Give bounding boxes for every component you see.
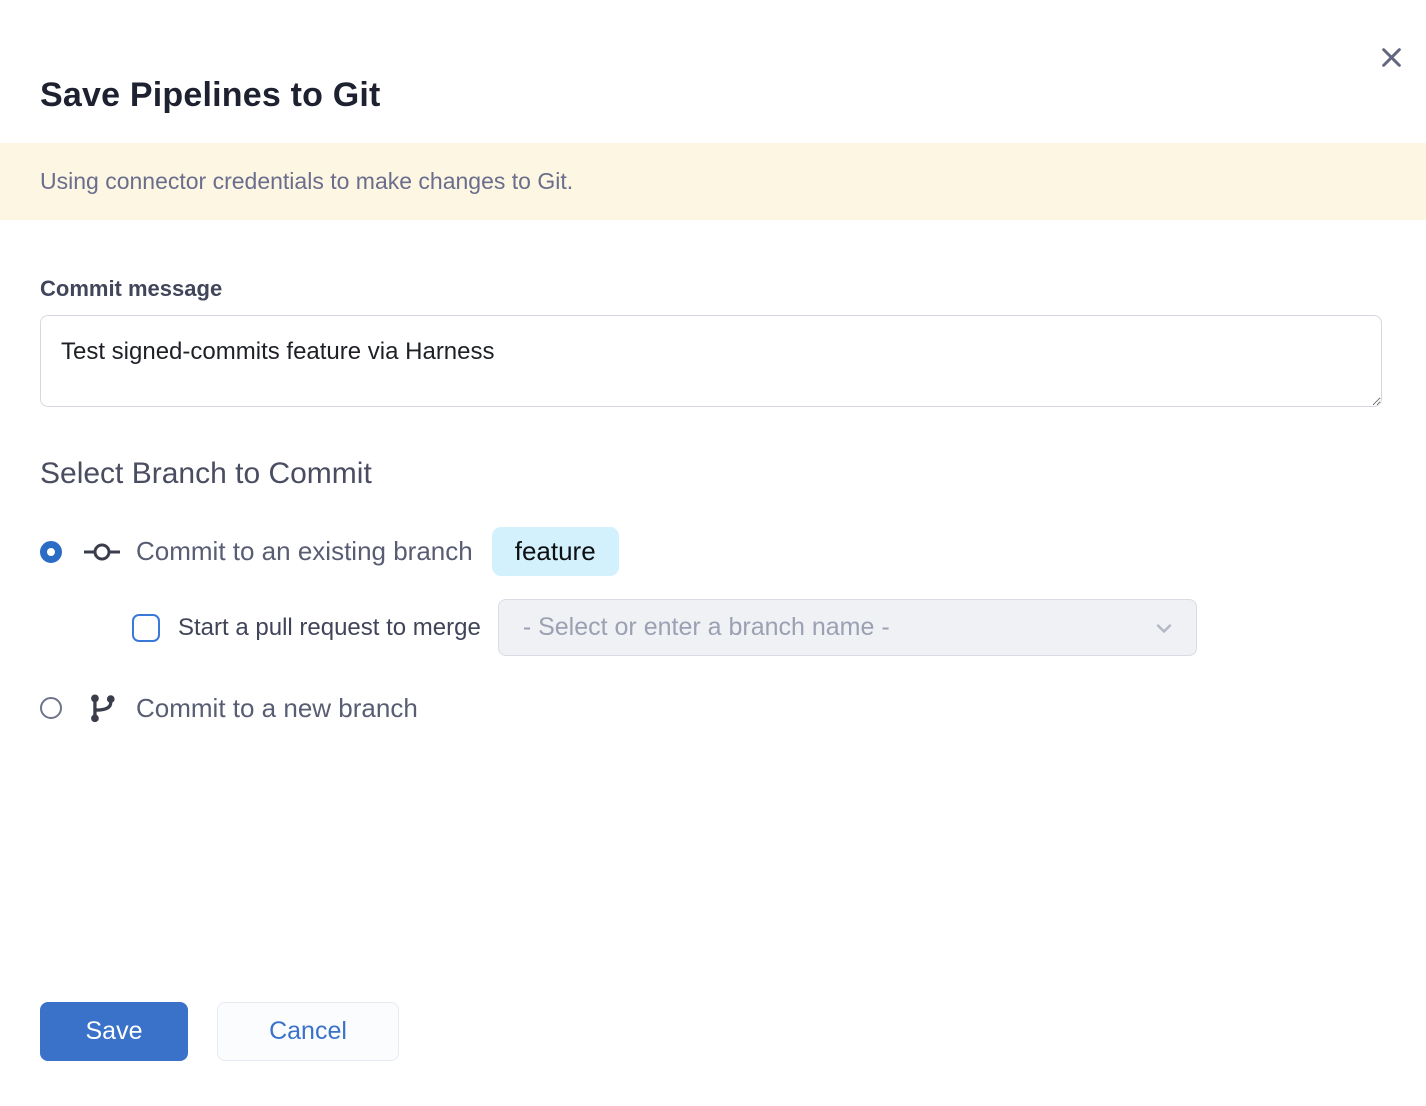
dialog-title: Save Pipelines to Git — [40, 76, 1426, 115]
existing-branch-radio[interactable] — [40, 541, 62, 563]
existing-branch-label[interactable]: Commit to an existing branch — [136, 536, 473, 567]
branch-name-badge: feature — [492, 527, 619, 576]
cancel-button[interactable]: Cancel — [217, 1002, 399, 1061]
start-pull-request-label[interactable]: Start a pull request to merge — [178, 614, 481, 642]
chevron-down-icon — [1152, 616, 1176, 640]
git-commit-icon — [84, 534, 120, 570]
close-icon — [1378, 44, 1405, 71]
commit-message-label: Commit message — [40, 276, 1386, 302]
dialog-content: Commit message Test signed-commits featu… — [0, 276, 1426, 726]
merge-branch-select[interactable]: - Select or enter a branch name - — [498, 599, 1197, 656]
existing-branch-row: Commit to an existing branch feature — [40, 527, 1386, 576]
new-branch-radio[interactable] — [40, 697, 62, 719]
save-button[interactable]: Save — [40, 1002, 188, 1061]
new-branch-row: Commit to a new branch — [40, 690, 1386, 726]
commit-message-input[interactable]: Test signed-commits feature via Harness — [40, 315, 1382, 407]
branch-section-heading: Select Branch to Commit — [40, 457, 1386, 491]
new-branch-label[interactable]: Commit to a new branch — [136, 693, 418, 724]
start-pull-request-checkbox[interactable] — [132, 614, 160, 642]
git-branch-icon — [84, 690, 120, 726]
credentials-banner: Using connector credentials to make chan… — [0, 143, 1426, 220]
banner-text: Using connector credentials to make chan… — [40, 168, 573, 195]
save-pipelines-dialog: Save Pipelines to Git Using connector cr… — [0, 0, 1426, 1106]
merge-branch-placeholder: - Select or enter a branch name - — [523, 613, 1152, 642]
close-button[interactable] — [1375, 41, 1407, 73]
pull-request-row: Start a pull request to merge - Select o… — [132, 599, 1386, 656]
dialog-actions: Save Cancel — [40, 1002, 399, 1061]
